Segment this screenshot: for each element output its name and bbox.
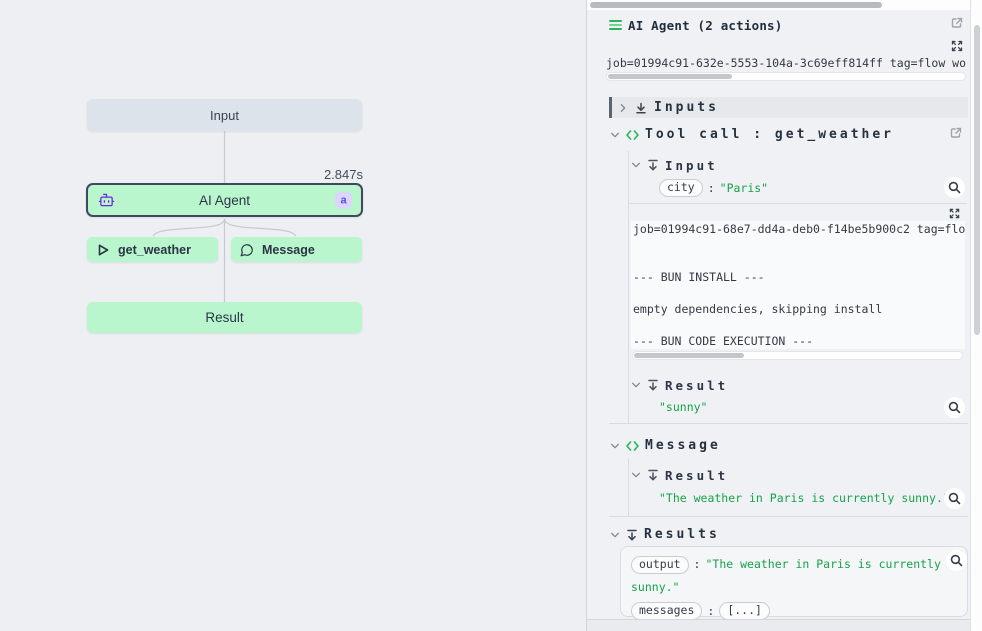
tool-result-value: "sunny"	[659, 400, 707, 414]
log-line	[633, 237, 965, 253]
panel-title: AI Agent (2 actions)	[628, 18, 783, 33]
separator	[629, 203, 967, 204]
agent-badge: a	[335, 192, 352, 209]
job-id-line: job=01994c91-632e-5553-104a-3c69eff814ff…	[606, 56, 967, 71]
results-section-header[interactable]: Results	[610, 526, 720, 543]
expand-icon[interactable]	[949, 208, 960, 219]
key-value-separator: :	[707, 604, 714, 618]
search-icon[interactable]	[944, 177, 965, 198]
output-key-pill: output	[631, 556, 689, 574]
flow-node-result[interactable]: Result	[87, 302, 362, 333]
vertical-scrollbar[interactable]	[970, 0, 982, 631]
code-icon	[626, 440, 639, 452]
panel-bottom-band	[587, 619, 970, 631]
horizontal-scrollbar-thumb[interactable]	[590, 2, 882, 8]
results-section-title: Results	[644, 527, 720, 542]
get-weather-node-label: get_weather	[118, 243, 191, 257]
horizontal-scrollbar[interactable]	[587, 0, 970, 10]
input-node-label: Input	[210, 108, 239, 123]
flow-node-ai-agent[interactable]: AI Agent a	[86, 183, 363, 217]
result-node-label: Result	[205, 310, 243, 325]
code-icon	[626, 129, 639, 141]
arrow-down-from-line-icon	[647, 469, 659, 481]
agent-duration-label: 2.847s	[263, 167, 363, 182]
message-result-row: "The weather in Paris is currently sunny…	[659, 491, 950, 505]
result-subsection-label: Result	[665, 378, 728, 393]
play-icon	[96, 243, 110, 257]
chevron-down-icon	[610, 441, 620, 451]
message-bubble-icon	[240, 243, 254, 257]
panel-header: AI Agent (2 actions)	[609, 16, 783, 34]
messages-result-row: messages : [...]	[631, 602, 959, 620]
log-line: job=01994c91-68e7-dd4a-deb0-f14be5b900c2…	[633, 221, 965, 237]
input-subsection-label: Input	[665, 158, 718, 173]
log-line	[633, 253, 965, 269]
arg-key-pill: city	[659, 179, 703, 197]
ai-agent-node-label: AI Agent	[88, 193, 361, 208]
log-line	[633, 317, 965, 333]
input-subsection-header[interactable]: Input	[631, 157, 718, 173]
result-subsection-header[interactable]: Result	[631, 377, 728, 393]
external-link-icon[interactable]	[951, 17, 963, 29]
arrow-down-from-line-icon	[626, 529, 638, 541]
messages-key-pill: messages	[631, 602, 702, 620]
inputs-section-row[interactable]: Inputs	[609, 97, 968, 118]
separator	[609, 423, 968, 424]
search-icon[interactable]	[944, 397, 965, 418]
tool-call-body: Input city : "Paris" job=01994c9	[628, 151, 966, 423]
chevron-down-icon	[631, 160, 641, 170]
log-line: --- BUN INSTALL ---	[633, 269, 965, 285]
chevron-right-icon	[618, 103, 628, 113]
tool-call-section-header[interactable]: Tool call : get_weather	[610, 126, 894, 143]
chevron-down-icon	[631, 380, 641, 390]
result-subsection-header[interactable]: Result	[631, 467, 728, 483]
expand-icon[interactable]	[951, 40, 963, 52]
flow-node-get-weather[interactable]: get_weather	[87, 237, 218, 262]
result-subsection-label: Result	[665, 468, 728, 483]
log-line: empty dependencies, skipping install	[633, 301, 965, 317]
chevron-down-icon	[631, 470, 641, 480]
search-icon[interactable]	[946, 550, 967, 571]
key-value-separator: :	[694, 557, 701, 571]
separator	[609, 516, 968, 517]
search-icon[interactable]	[944, 488, 965, 509]
run-detail-panel: AI Agent (2 actions) job=01994c91-632e-5…	[587, 0, 970, 631]
progress-bar-fill	[608, 74, 732, 79]
progress-bar	[606, 72, 966, 81]
city-argument-row: city : "Paris"	[659, 179, 768, 197]
job-log-block: job=01994c91-68e7-dd4a-deb0-f14be5b900c2…	[631, 221, 965, 349]
message-section-header[interactable]: Message	[610, 437, 721, 454]
progress-bar-fill	[634, 353, 744, 358]
flow-lines-icon	[609, 19, 622, 31]
log-line: --- BUN CODE EXECUTION ---	[633, 333, 965, 349]
log-line	[633, 285, 965, 301]
chevron-down-icon	[610, 530, 620, 540]
key-value-separator: :	[708, 181, 715, 195]
progress-bar	[632, 351, 963, 360]
external-link-icon[interactable]	[950, 127, 962, 139]
chevron-down-icon	[610, 130, 620, 140]
download-icon	[635, 102, 647, 114]
arg-value: "Paris"	[720, 181, 768, 195]
message-node-label: Message	[262, 243, 315, 257]
message-body: Result "The weather in Paris is currentl…	[628, 459, 966, 516]
message-result-value: "The weather in Paris is currently sunny…	[659, 491, 950, 505]
output-result-row: output:"The weather in Paris is currentl…	[631, 553, 953, 599]
vertical-scrollbar-thumb[interactable]	[974, 25, 980, 335]
results-box: output:"The weather in Paris is currentl…	[620, 546, 968, 617]
message-section-title: Message	[645, 438, 721, 453]
messages-collapsed-pill[interactable]: [...]	[719, 602, 770, 620]
arrow-down-from-line-icon	[647, 159, 659, 171]
flow-node-input[interactable]: Input	[87, 99, 362, 131]
tool-result-row: "sunny"	[659, 400, 707, 414]
flow-canvas[interactable]: Input 2.847s AI Agent a get_weather	[0, 0, 586, 631]
arrow-down-from-line-icon	[647, 379, 659, 391]
inputs-section-label: Inputs	[654, 100, 719, 115]
windmill-flow-run-screen: Input 2.847s AI Agent a get_weather	[0, 0, 982, 631]
tool-call-section-title: Tool call : get_weather	[645, 127, 894, 142]
flow-node-message[interactable]: Message	[231, 237, 362, 262]
